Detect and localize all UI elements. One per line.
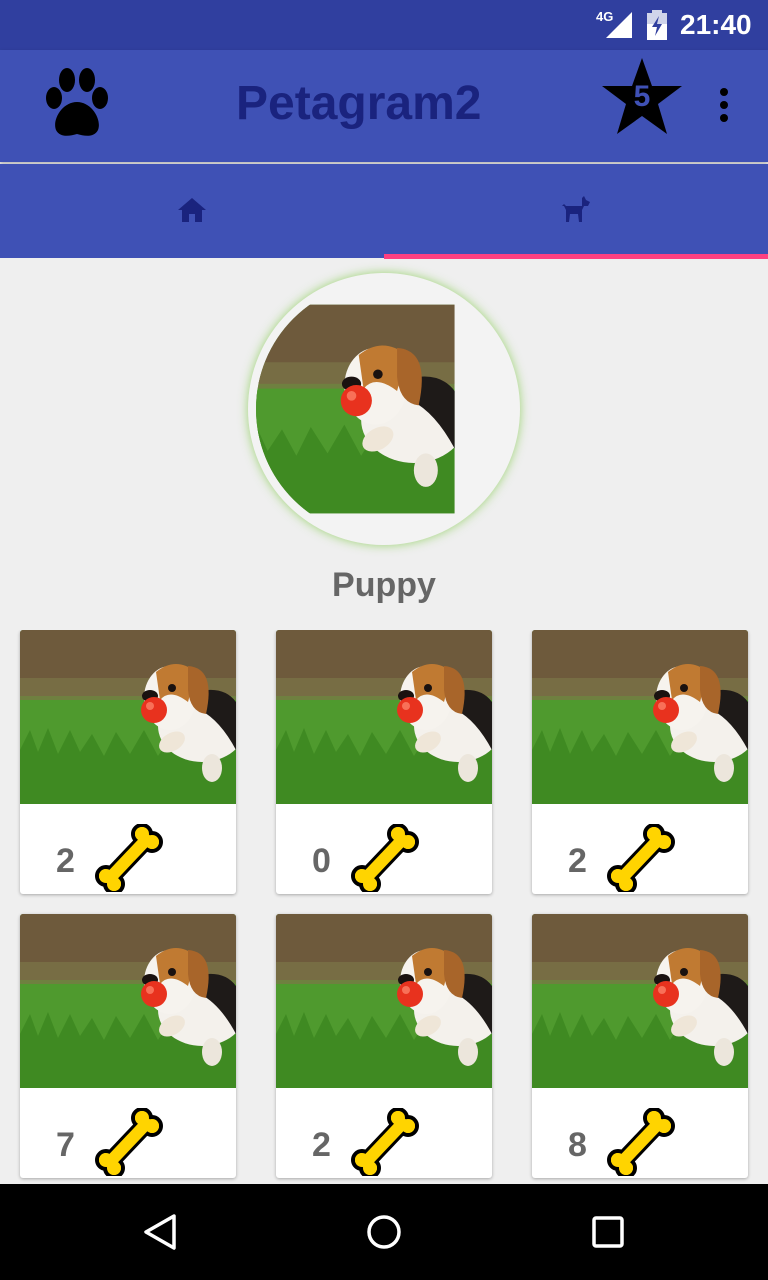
pet-photo bbox=[532, 914, 748, 1088]
app-bar: Petagram2 5 bbox=[0, 50, 768, 162]
recents-icon[interactable] bbox=[588, 1212, 628, 1252]
like-count: 7 bbox=[56, 1126, 75, 1164]
like-count: 2 bbox=[568, 842, 587, 880]
photo-card[interactable]: 8 bbox=[532, 914, 748, 1178]
bone-icon bbox=[92, 1108, 164, 1176]
tab-indicator bbox=[384, 254, 768, 259]
paw-icon bbox=[46, 68, 108, 136]
dog-icon bbox=[562, 196, 590, 222]
bone-icon bbox=[348, 1108, 420, 1176]
status-bar: 4G 21:40 bbox=[0, 0, 768, 50]
photo-card[interactable]: 7 bbox=[20, 914, 236, 1178]
tab-bar bbox=[0, 164, 768, 258]
photo-card[interactable]: 0 bbox=[276, 630, 492, 894]
bone-icon bbox=[604, 1108, 676, 1176]
photo-card[interactable]: 2 bbox=[276, 914, 492, 1178]
profile-photo bbox=[256, 281, 512, 537]
tab-home[interactable] bbox=[0, 164, 384, 258]
profile-avatar bbox=[248, 273, 520, 545]
more-vert-icon[interactable] bbox=[712, 88, 736, 124]
like-count: 2 bbox=[312, 1126, 331, 1164]
system-nav-bar bbox=[0, 1184, 768, 1280]
pet-photo bbox=[20, 914, 236, 1088]
tab-pet-profile[interactable] bbox=[384, 164, 768, 258]
bone-icon bbox=[604, 824, 676, 892]
pet-photo bbox=[276, 630, 492, 804]
bone-icon bbox=[348, 824, 420, 892]
app-title: Petagram2 bbox=[236, 77, 482, 130]
photo-grid: 2 0 2 7 2 8 bbox=[0, 630, 768, 1184]
bone-icon bbox=[92, 824, 164, 892]
battery-icon bbox=[647, 10, 667, 40]
back-icon[interactable] bbox=[140, 1212, 180, 1252]
pet-photo bbox=[20, 630, 236, 804]
home-icon bbox=[178, 198, 206, 222]
like-count: 2 bbox=[56, 842, 75, 880]
like-count: 8 bbox=[568, 1126, 587, 1164]
favorites-count: 5 bbox=[633, 80, 651, 113]
pet-photo bbox=[276, 914, 492, 1088]
home-circle-icon[interactable] bbox=[364, 1212, 404, 1252]
signal-icon bbox=[606, 12, 632, 38]
pet-name: Puppy bbox=[332, 566, 436, 604]
clock: 21:40 bbox=[680, 9, 752, 40]
like-count: 0 bbox=[312, 842, 331, 880]
photo-card[interactable]: 2 bbox=[20, 630, 236, 894]
screen: 4G 21:40 Petagram2 5 Puppy 2 0 2 7 2 8 bbox=[0, 0, 768, 1280]
photo-card[interactable]: 2 bbox=[532, 630, 748, 894]
pet-photo bbox=[532, 630, 748, 804]
